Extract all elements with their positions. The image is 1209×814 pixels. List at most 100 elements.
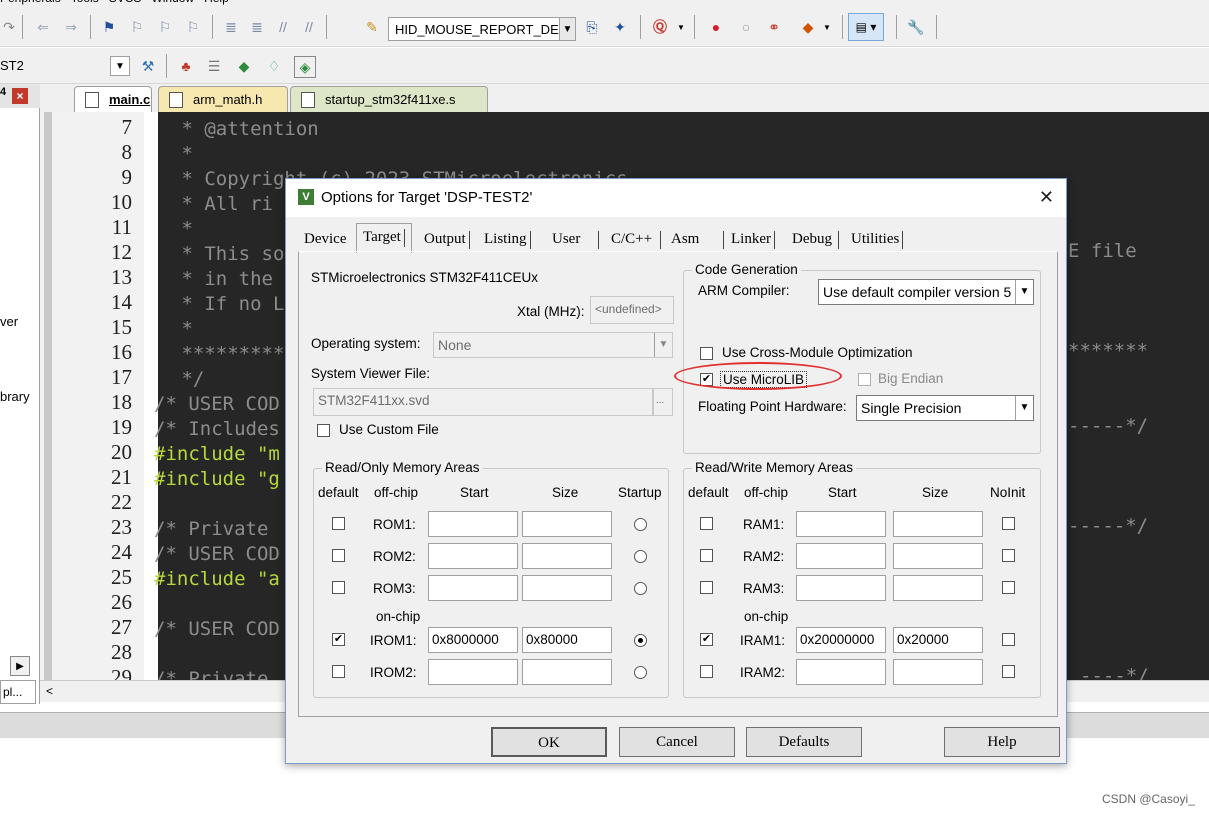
tab-device[interactable]: Device xyxy=(304,227,346,251)
size-input[interactable]: 0x20000 xyxy=(893,627,983,653)
tab-utilities[interactable]: Utilities xyxy=(851,227,904,251)
scroll-left-icon[interactable]: < xyxy=(46,684,53,698)
start-address-input[interactable] xyxy=(796,575,886,601)
panel-tab[interactable]: pl... xyxy=(0,680,36,704)
manage-project-items-icon[interactable]: ⚒ xyxy=(138,56,158,76)
size-input[interactable] xyxy=(522,543,612,569)
close-icon[interactable]: ✕ xyxy=(1039,187,1054,208)
tab-asm[interactable]: Asm xyxy=(671,227,725,251)
tab-user[interactable]: User xyxy=(552,227,600,251)
editor-tab-startup[interactable]: startup_stm32f411xe.s xyxy=(290,86,488,112)
kill-breakpoints-icon[interactable]: ⚭ xyxy=(764,17,784,37)
default-checkbox[interactable] xyxy=(700,517,713,530)
size-input[interactable]: 0x80000 xyxy=(522,627,612,653)
debug-session-icon[interactable]: Ⓠ xyxy=(650,17,670,37)
noinit-checkbox[interactable] xyxy=(1002,517,1015,530)
disable-breakpoint-icon[interactable]: ○ xyxy=(736,17,756,37)
nav-back-icon[interactable]: ⇐ xyxy=(34,17,52,37)
close-icon[interactable]: × xyxy=(12,88,28,104)
size-input[interactable] xyxy=(893,659,983,685)
startup-radio[interactable] xyxy=(634,634,647,647)
os-select[interactable]: None ▼ xyxy=(433,332,673,358)
default-checkbox[interactable] xyxy=(700,665,713,678)
pack-installer-icon[interactable]: ♣ xyxy=(176,56,196,76)
default-checkbox[interactable]: ✔ xyxy=(700,633,713,646)
tab-output[interactable]: Output xyxy=(424,227,470,251)
svf-browse-button[interactable]: ... xyxy=(653,388,673,416)
size-input[interactable] xyxy=(522,511,612,537)
start-address-input[interactable]: 0x20000000 xyxy=(796,627,886,653)
big-endian-checkbox[interactable] xyxy=(858,373,871,386)
svf-field[interactable]: STM32F411xx.svd xyxy=(313,388,653,416)
chevron-down-icon[interactable]: ▼ xyxy=(110,56,130,76)
ok-button[interactable]: OK xyxy=(491,727,607,757)
startup-radio[interactable] xyxy=(634,518,647,531)
configure-icon[interactable]: ◆ xyxy=(798,17,818,37)
find-icon[interactable]: ⎘ xyxy=(582,17,602,37)
start-address-input[interactable]: 0x8000000 xyxy=(428,627,518,653)
size-input[interactable] xyxy=(522,659,612,685)
debug-dropdown-arrow-icon[interactable]: ▼ xyxy=(676,17,686,37)
manage-rte-icon[interactable]: ◆ xyxy=(234,56,254,76)
start-address-input[interactable] xyxy=(428,575,518,601)
xtal-field[interactable]: <undefined> xyxy=(590,296,674,324)
default-checkbox[interactable] xyxy=(332,581,345,594)
window-layout-icon[interactable]: ▤ ▾ xyxy=(848,13,884,41)
startup-radio[interactable] xyxy=(634,582,647,595)
cross-module-checkbox[interactable] xyxy=(700,347,713,360)
noinit-checkbox[interactable] xyxy=(1002,633,1015,646)
start-address-input[interactable] xyxy=(428,511,518,537)
size-input[interactable] xyxy=(893,543,983,569)
start-address-input[interactable] xyxy=(796,659,886,685)
find-dropdown[interactable]: HID_MOUSE_REPORT_DESC ▼ xyxy=(388,17,576,41)
comment-icon[interactable]: // xyxy=(274,17,292,37)
startup-radio[interactable] xyxy=(634,550,647,563)
size-input[interactable] xyxy=(522,575,612,601)
default-checkbox[interactable] xyxy=(332,517,345,530)
arm-compiler-select[interactable]: Use default compiler version 5 ▼ xyxy=(818,279,1034,305)
help-button[interactable]: Help xyxy=(944,727,1060,757)
tab-listing[interactable]: Listing xyxy=(484,227,531,251)
uncomment-icon[interactable]: // xyxy=(300,17,318,37)
noinit-checkbox[interactable] xyxy=(1002,665,1015,678)
default-checkbox[interactable]: ✔ xyxy=(332,633,345,646)
default-checkbox[interactable] xyxy=(332,665,345,678)
default-checkbox[interactable] xyxy=(332,549,345,562)
noinit-checkbox[interactable] xyxy=(1002,549,1015,562)
noinit-checkbox[interactable] xyxy=(1002,581,1015,594)
editor-tab-main-c[interactable]: main.c xyxy=(74,86,152,112)
bookmark-prev-icon[interactable]: ⚐ xyxy=(128,17,146,37)
scroll-right-icon[interactable]: ▶ xyxy=(10,656,30,676)
fph-select[interactable]: Single Precision ▼ xyxy=(856,395,1034,421)
board-icon[interactable]: ◈ xyxy=(294,56,316,78)
size-input[interactable] xyxy=(893,575,983,601)
chevron-down-icon[interactable]: ▼ xyxy=(559,18,575,40)
bookmark-toggle-icon[interactable]: ⚑ xyxy=(100,17,118,37)
use-custom-file-checkbox[interactable] xyxy=(317,424,330,437)
bookmark-next-icon[interactable]: ⚐ xyxy=(156,17,174,37)
event-recorder-icon[interactable]: ♢ xyxy=(264,56,284,76)
default-checkbox[interactable] xyxy=(700,549,713,562)
tree-item-fragment[interactable]: ver xyxy=(0,314,18,329)
find-in-files-icon[interactable]: ✎ xyxy=(362,17,382,37)
unindent-icon[interactable]: ≣ xyxy=(248,17,266,37)
defaults-button[interactable]: Defaults xyxy=(746,727,862,757)
default-checkbox[interactable] xyxy=(700,581,713,594)
start-address-input[interactable] xyxy=(428,659,518,685)
tab-c-cpp[interactable]: C/C++ xyxy=(611,227,662,251)
start-address-input[interactable] xyxy=(428,543,518,569)
select-packs-icon[interactable]: ☰ xyxy=(204,56,224,76)
breakpoint-icon[interactable]: ● xyxy=(706,17,726,37)
bookmark-clear-icon[interactable]: ⚐ xyxy=(184,17,202,37)
editor-tab-arm-math-h[interactable]: arm_math.h xyxy=(158,86,288,112)
tab-debug[interactable]: Debug xyxy=(792,227,839,251)
start-address-input[interactable] xyxy=(796,543,886,569)
cancel-button[interactable]: Cancel xyxy=(619,727,735,757)
tab-linker[interactable]: Linker xyxy=(731,227,775,251)
startup-radio[interactable] xyxy=(634,666,647,679)
microlib-checkbox[interactable]: ✔ xyxy=(700,373,713,386)
indent-icon[interactable]: ≣ xyxy=(222,17,240,37)
redo-icon[interactable]: ↷ xyxy=(2,17,16,37)
configure-dropdown-arrow-icon[interactable]: ▼ xyxy=(822,17,832,37)
tree-item-fragment[interactable]: brary xyxy=(0,389,30,404)
